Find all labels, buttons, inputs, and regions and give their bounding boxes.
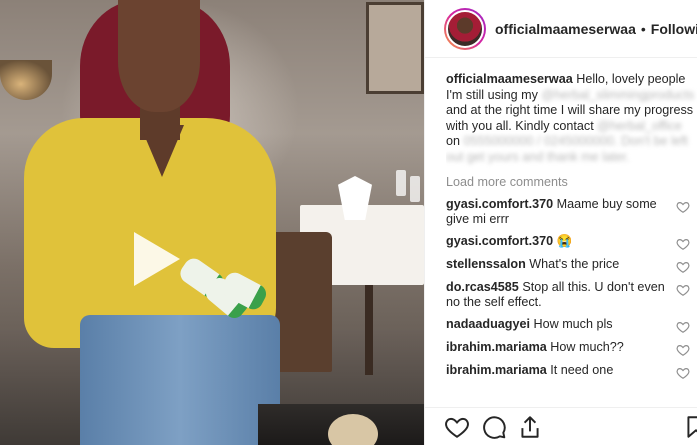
comment-like-heart-icon[interactable] xyxy=(676,200,690,214)
comment-like-heart-icon[interactable] xyxy=(676,237,690,251)
comment-username[interactable]: ibrahim.mariama xyxy=(446,340,547,354)
share-icon[interactable] xyxy=(517,414,543,440)
post-caption: officialmaameserwaa Hello, lovely people… xyxy=(446,72,695,164)
comment-username[interactable]: nadaaduagyei xyxy=(446,317,530,331)
comments-section[interactable]: officialmaameserwaa Hello, lovely people… xyxy=(446,72,697,407)
comment-username[interactable]: gyasi.comfort.370 xyxy=(446,197,553,211)
comment-text: ibrahim.mariama It need one xyxy=(446,363,671,379)
action-bar xyxy=(425,407,697,445)
comment-row: gyasi.comfort.370 Maame buy some give mi… xyxy=(446,197,697,228)
play-icon[interactable] xyxy=(124,228,186,290)
comment-body: 😭 xyxy=(553,233,573,248)
wine-glass xyxy=(396,170,406,196)
comment-text: stellenssalon What's the price xyxy=(446,257,671,273)
comment-text: ibrahim.mariama How much?? xyxy=(446,340,671,356)
blurred-mention[interactable]: @herbal_slimmingproducts xyxy=(541,88,694,102)
comment-body: How much?? xyxy=(546,339,624,354)
blurred-contact: 0555000000 / 0245000000. Don't be left o… xyxy=(446,134,688,164)
load-more-comments-link[interactable]: Load more comments xyxy=(446,175,697,191)
blurred-mention[interactable]: @herbal_office xyxy=(597,119,682,133)
following-button[interactable]: Following xyxy=(651,21,697,37)
heart-icon[interactable] xyxy=(444,414,470,440)
comment-text: gyasi.comfort.370 Maame buy some give mi… xyxy=(446,197,671,228)
comment-username[interactable]: gyasi.comfort.370 xyxy=(446,234,553,248)
comment-body: How much pls xyxy=(530,316,613,331)
comment-row: ibrahim.mariama How much?? xyxy=(446,340,697,357)
comment-body: It need one xyxy=(546,362,614,377)
comment-row: nadaaduagyei How much pls xyxy=(446,317,697,334)
wine-glass xyxy=(410,176,420,202)
post-header: officialmaameserwaa • Following xyxy=(425,0,697,58)
post-video[interactable] xyxy=(0,0,424,445)
comment-like-heart-icon[interactable] xyxy=(676,343,690,357)
comment-row: gyasi.comfort.370 😭 xyxy=(446,234,697,251)
comment-body: What's the price xyxy=(525,256,620,271)
comment-list: gyasi.comfort.370 Maame buy some give mi… xyxy=(446,197,697,380)
separator-dot: • xyxy=(640,20,646,37)
comment-like-heart-icon[interactable] xyxy=(676,366,690,380)
comment-username[interactable]: do.rcas4585 xyxy=(446,280,519,294)
comment-icon[interactable] xyxy=(481,414,507,440)
comment-like-heart-icon[interactable] xyxy=(676,320,690,334)
comment-username[interactable]: stellenssalon xyxy=(446,257,526,271)
comment-username[interactable]: ibrahim.mariama xyxy=(446,363,547,377)
comment-row: ibrahim.mariama It need one xyxy=(446,363,697,380)
comment-text: gyasi.comfort.370 😭 xyxy=(446,234,671,250)
comment-like-heart-icon[interactable] xyxy=(676,260,690,274)
header-username[interactable]: officialmaameserwaa xyxy=(495,21,636,37)
avatar xyxy=(446,9,484,48)
inset-video-thumbnail xyxy=(258,404,424,445)
comment-text: do.rcas4585 Stop all this. U don't even … xyxy=(446,280,671,311)
story-ring[interactable] xyxy=(444,7,486,50)
comment-like-heart-icon[interactable] xyxy=(676,283,690,297)
post-sidebar: officialmaameserwaa • Following official… xyxy=(424,0,697,445)
comment-row: do.rcas4585 Stop all this. U don't even … xyxy=(446,280,697,311)
bookmark-icon[interactable] xyxy=(683,414,697,440)
caption-username[interactable]: officialmaameserwaa xyxy=(446,72,573,86)
comment-text: nadaaduagyei How much pls xyxy=(446,317,671,333)
wall-picture-frame xyxy=(366,2,424,94)
comment-row: stellenssalon What's the price xyxy=(446,257,697,274)
